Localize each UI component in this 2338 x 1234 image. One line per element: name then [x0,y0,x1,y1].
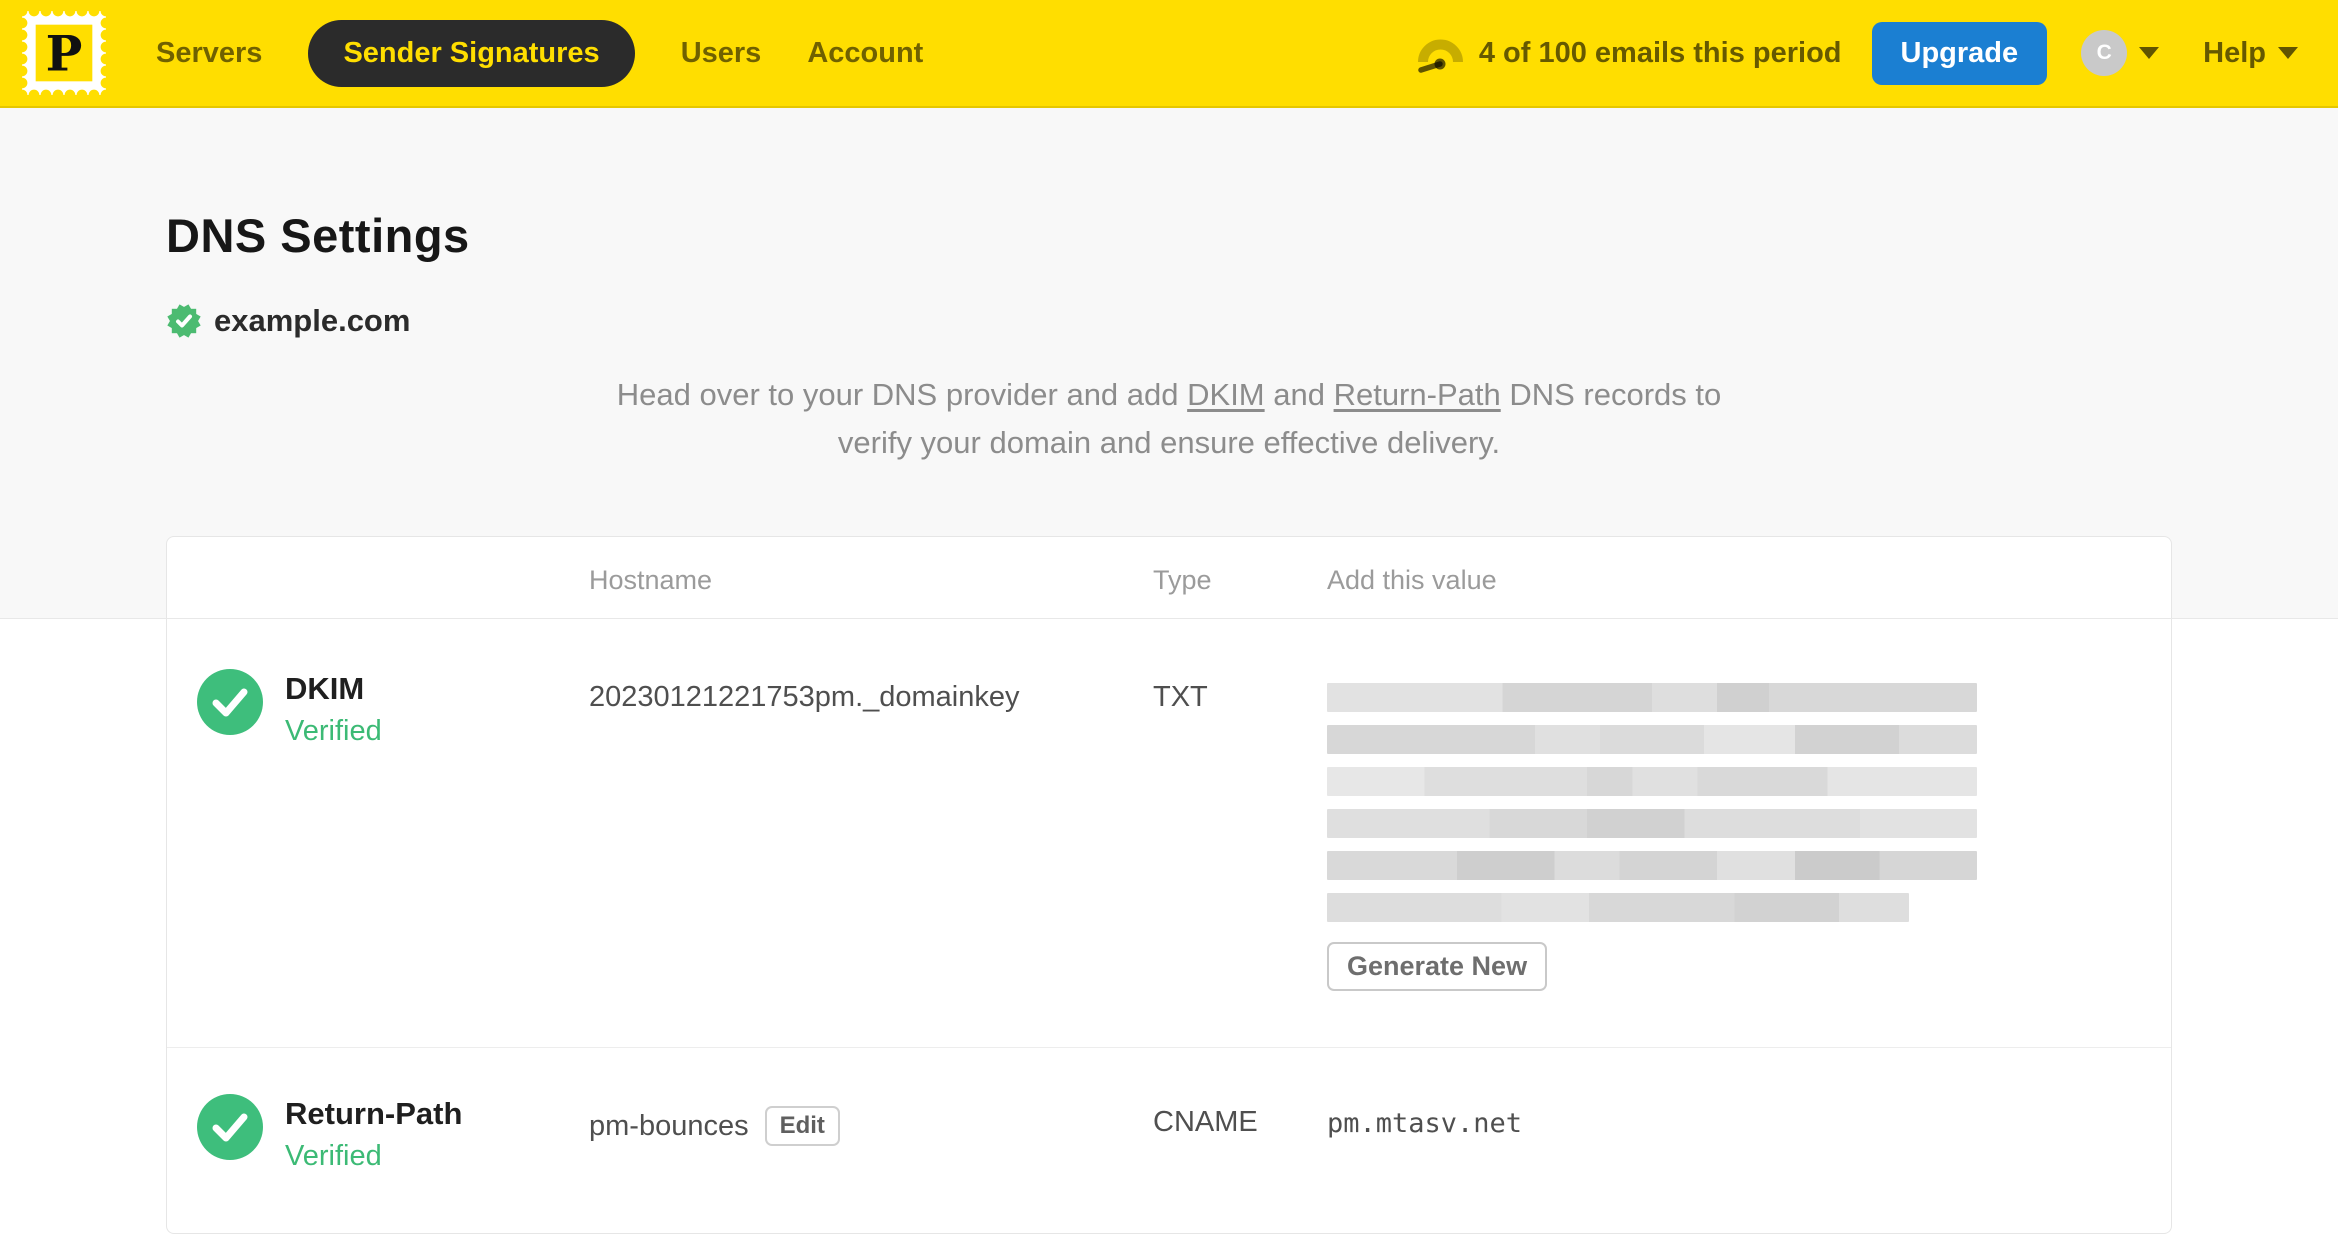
nav-item-account[interactable]: Account [807,37,923,70]
status-badge: Verified [285,1140,382,1172]
nav-item-sender-signatures[interactable]: Sender Signatures [308,19,635,87]
dns-table-body: DKIM Verified 20230121221753pm._domainke… [166,619,2172,1234]
intro-pre: Head over to your DNS provider and add [616,377,1188,412]
navbar-right: 4 of 100 emails this period Upgrade C He… [1415,21,2298,85]
intro-text: Head over to your DNS provider and add D… [166,371,2172,467]
nav-item-users[interactable]: Users [681,37,762,70]
domain-name: example.com [214,303,411,338]
hero-section: DNS Settings example.com Head over to yo… [0,108,2338,619]
redacted-value-bar [1327,725,1977,754]
redacted-value-bar [1327,683,1977,712]
edit-button[interactable]: Edit [764,1106,840,1146]
dkim-type: TXT [1153,681,1208,713]
intro-line2: verify your domain and ensure effective … [837,425,1501,460]
return-path-hostname: pm-bounces [589,1109,749,1142]
upgrade-button[interactable]: Upgrade [1871,21,2048,85]
domain-row: example.com [166,303,2172,339]
table-row-dkim: DKIM Verified 20230121221753pm._domainke… [167,619,2171,1047]
intro-mid: and [1264,377,1334,412]
column-header-hostname: Hostname [589,565,713,595]
svg-text:P: P [46,25,83,83]
dkim-hostname: 20230121221753pm._domainkey [589,681,1020,713]
intro-tail: DNS records to [1500,377,1722,412]
dkim-status-cell: DKIM Verified [167,669,589,748]
column-header-value: Add this value [1327,565,1497,595]
dkim-value-cell: Generate New [1327,669,2171,991]
postmark-logo-icon[interactable]: P [22,11,106,95]
dkim-link[interactable]: DKIM [1187,377,1265,412]
status-badge: Verified [285,715,382,747]
avatar[interactable]: C [2081,30,2128,76]
return-path-type: CNAME [1153,1106,1258,1138]
return-path-status-cell: Return-Path Verified [167,1094,589,1173]
top-navbar: P Servers Sender Signatures Users Accoun… [0,0,2338,108]
redacted-value-bar [1327,767,1977,796]
return-path-link[interactable]: Return-Path [1334,377,1501,412]
usage-meter: 4 of 100 emails this period [1415,31,1842,75]
table-row-return-path: Return-Path Verified pm-bounces Edit CNA… [167,1047,2171,1233]
chevron-down-icon [2278,47,2298,59]
verified-check-icon [197,1094,263,1160]
primary-nav: Servers Sender Signatures Users Account [156,19,923,87]
verified-check-icon [197,669,263,735]
return-path-value: pm.mtasv.net [1327,1108,1523,1139]
redacted-value-bar [1327,851,1977,880]
help-menu[interactable]: Help [2203,37,2298,70]
gauge-icon [1417,39,1463,73]
page-title: DNS Settings [166,209,470,262]
nav-item-servers[interactable]: Servers [156,37,262,70]
help-label: Help [2203,36,2266,69]
dns-table-header: Hostname Type Add this value [166,536,2172,618]
account-menu[interactable]: C [2081,30,2160,76]
redacted-value-bar [1327,893,1909,922]
chevron-down-icon [2139,47,2160,59]
record-name: DKIM [285,671,365,706]
return-path-hostname-cell: pm-bounces Edit [589,1094,1153,1146]
generate-new-button[interactable]: Generate New [1327,942,1548,991]
record-name: Return-Path [285,1096,463,1131]
column-header-type: Type [1153,565,1212,595]
usage-text: 4 of 100 emails this period [1478,36,1842,69]
redacted-value-bar [1327,809,1977,838]
verified-seal-icon [167,304,201,338]
